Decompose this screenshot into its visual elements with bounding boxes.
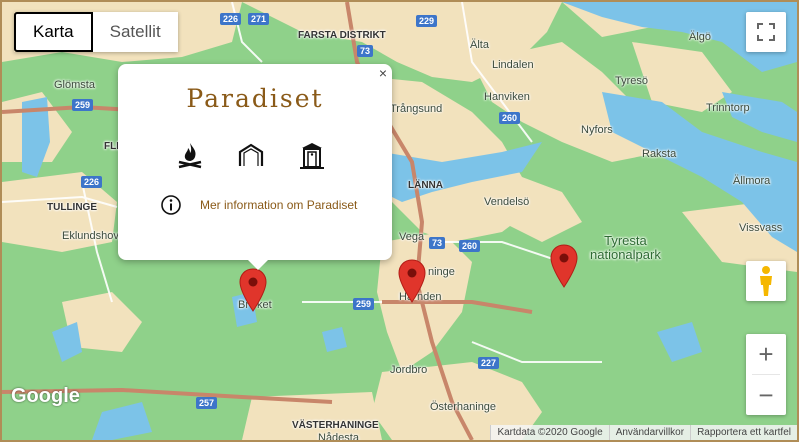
zoom-control: + − bbox=[746, 334, 786, 415]
zoom-in-button[interactable]: + bbox=[746, 334, 786, 374]
road-shield: 227 bbox=[478, 357, 500, 369]
map-type-satellit-button[interactable]: Satellit bbox=[92, 12, 178, 52]
place-label-ninge: ninge bbox=[428, 266, 455, 278]
outhouse-icon bbox=[300, 143, 324, 169]
fullscreen-button[interactable] bbox=[746, 12, 786, 52]
road-shield: 259 bbox=[353, 298, 375, 310]
place-label-vissvass: Vissvass bbox=[739, 222, 783, 234]
place-label-osterhaninge: Österhaninge bbox=[430, 401, 497, 413]
road-shield: 259 bbox=[72, 99, 94, 111]
place-label-glomsta: Glömsta bbox=[54, 79, 95, 91]
marker-popup-location[interactable] bbox=[239, 268, 267, 312]
place-label-tullinge: TULLINGE bbox=[47, 202, 97, 213]
street-view-pegman-icon bbox=[760, 266, 772, 296]
map-container[interactable]: FARSTA DISTRIKT Älta Älgö Lindalen Tyres… bbox=[0, 0, 799, 442]
info-window-tail bbox=[246, 258, 270, 270]
map-type-karta-button[interactable]: Karta bbox=[14, 12, 93, 52]
place-label-lanna: LÄNNA bbox=[408, 180, 443, 191]
street-view-button[interactable] bbox=[746, 261, 786, 301]
info-icon bbox=[161, 195, 181, 215]
place-label-trinntorp: Trinntorp bbox=[706, 102, 750, 114]
road-shield: 260 bbox=[499, 112, 521, 124]
road-shield: 260 bbox=[459, 240, 481, 252]
place-label-nyfors: Nyfors bbox=[581, 124, 613, 136]
place-label-tyresta: Tyresta nationalpark bbox=[590, 233, 661, 262]
map-footer: Kartdata ©2020 Google Användarvillkor Ra… bbox=[490, 425, 797, 440]
place-label-vega: Vega bbox=[399, 231, 425, 243]
place-label-nadesta: Nådesta bbox=[318, 432, 359, 442]
campfire-icon bbox=[178, 143, 202, 169]
marker-tyresta[interactable] bbox=[550, 244, 578, 288]
marker-handen[interactable] bbox=[398, 259, 426, 303]
place-label-eklundshov: Eklundshov bbox=[62, 230, 119, 242]
place-label-hanviken: Hanviken bbox=[484, 91, 530, 103]
place-label-trangsund: Trångsund bbox=[390, 103, 443, 115]
close-icon[interactable]: × bbox=[379, 65, 387, 81]
shelter-icon bbox=[238, 143, 264, 166]
road-shield: 271 bbox=[248, 13, 270, 25]
place-label-lindalen: Lindalen bbox=[492, 59, 534, 71]
place-label-jordbro: Jordbro bbox=[390, 364, 428, 376]
place-label-farsta: FARSTA DISTRIKT bbox=[298, 30, 386, 41]
place-label-tyreso: Tyresö bbox=[615, 75, 649, 87]
info-row: Mer information om Paradiset bbox=[160, 194, 357, 216]
road-shield: 226 bbox=[81, 176, 103, 188]
map-data-attribution: Kartdata ©2020 Google bbox=[490, 425, 609, 440]
road-shield: 226 bbox=[220, 13, 242, 25]
google-logo[interactable]: Google bbox=[11, 385, 80, 408]
place-label-vendelso: Vendelsö bbox=[484, 196, 530, 208]
fullscreen-icon bbox=[757, 23, 775, 41]
road-shield: 229 bbox=[416, 15, 438, 27]
place-label-alta: Älta bbox=[470, 39, 489, 51]
road-shield: 73 bbox=[429, 237, 446, 249]
place-label-raksta: Raksta bbox=[642, 148, 677, 160]
info-window: × Paradiset Mer information om Paradiset bbox=[118, 64, 392, 260]
map-type-control: Karta Satellit bbox=[14, 12, 178, 52]
place-label-allmora: Ällmora bbox=[733, 175, 771, 187]
place-label-vasterhaninge: VÄSTERHANINGE bbox=[292, 420, 379, 431]
road-shield: 257 bbox=[196, 397, 218, 409]
road-shield: 73 bbox=[357, 45, 374, 57]
zoom-out-button[interactable]: − bbox=[746, 375, 786, 415]
place-label-algo: Älgö bbox=[689, 31, 712, 43]
terms-link[interactable]: Användarvillkor bbox=[608, 425, 691, 440]
popup-title: Paradiset bbox=[186, 84, 324, 113]
more-info-link[interactable]: Mer information om Paradiset bbox=[200, 198, 357, 212]
report-map-error-link[interactable]: Rapportera ett kartfel bbox=[690, 425, 797, 440]
